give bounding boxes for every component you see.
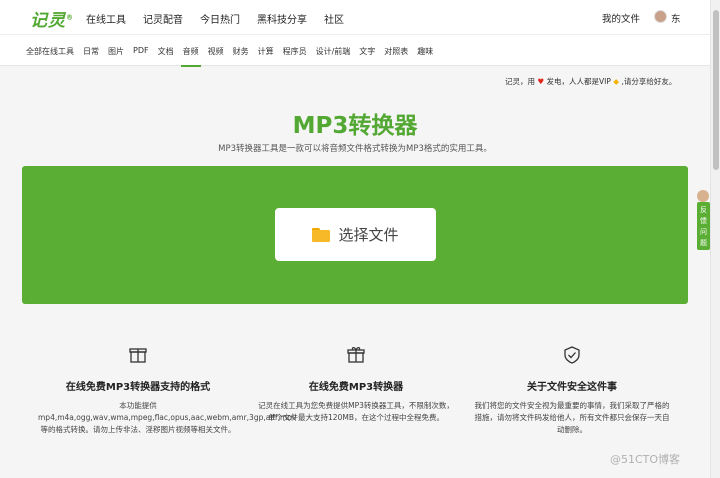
notice-text-1: 记灵，用 — [505, 77, 535, 86]
category-bar: 全部在线工具 日常 图片 PDF 文档 音频 视频 财务 计算 程序员 设计/前… — [0, 34, 710, 67]
category-finance[interactable]: 财务 — [233, 46, 249, 57]
category-calculate[interactable]: 计算 — [258, 46, 274, 57]
gift-icon — [347, 347, 365, 363]
select-file-label: 选择文件 — [338, 226, 399, 244]
upload-dropzone[interactable]: 选择文件 — [22, 166, 688, 304]
my-files-link[interactable]: 我的文件 — [602, 11, 640, 25]
feature-free: 在线免费MP3转换器 记灵在线工具为您免费提供MP3转换器工具，不限制次数，单个… — [256, 346, 456, 424]
feedback-button[interactable]: 反馈问题 — [697, 202, 710, 250]
nav-item-online-tools[interactable]: 在线工具 — [86, 11, 126, 26]
nav-item-community[interactable]: 社区 — [324, 11, 344, 26]
page-subtitle: MP3转换器工具是一款可以将音频文件格式转换为MP3格式的实用工具。 — [218, 144, 492, 154]
logo-text: 记灵 — [30, 11, 66, 31]
box-icon — [129, 348, 147, 363]
scroll-thumb[interactable] — [713, 10, 719, 170]
logo-mark: ® — [66, 13, 74, 22]
watermark: @51CTO博客 — [610, 453, 681, 466]
category-all-tools[interactable]: 全部在线工具 — [26, 46, 74, 57]
nav-item-hot-today[interactable]: 今日热门 — [200, 11, 240, 26]
feature-desc: 记灵在线工具为您免费提供MP3转换器工具，不限制次数，单个文件最大支持120MB… — [258, 401, 454, 422]
category-design[interactable]: 设计/前端 — [316, 46, 351, 57]
category-image[interactable]: 图片 — [108, 46, 124, 57]
diamond-icon: ◆ — [613, 77, 620, 86]
select-file-button[interactable]: 选择文件 — [275, 208, 436, 261]
feature-desc: 我们将您的文件安全视为最重要的事情，我们采取了严格的措施，请勿将文件码发给他人，… — [474, 401, 670, 434]
shield-check-icon — [564, 346, 580, 364]
category-text[interactable]: 文字 — [359, 46, 375, 57]
feature-security: 关于文件安全这件事 我们将您的文件安全视为最重要的事情，我们采取了严格的措施，请… — [472, 346, 672, 436]
scrollbar[interactable] — [710, 0, 720, 478]
category-daily[interactable]: 日常 — [83, 46, 99, 57]
feature-title: 关于文件安全这件事 — [527, 382, 617, 393]
feedback-avatar — [697, 190, 709, 202]
category-document[interactable]: 文档 — [158, 46, 174, 57]
category-list: 全部在线工具 日常 图片 PDF 文档 音频 视频 财务 计算 程序员 设计/前… — [26, 46, 442, 67]
notice-text-2: 发电，人人都是VIP — [546, 77, 611, 86]
vip-notice: 记灵，用 ♥ 发电，人人都是VIP ◆ ,请分享给好友。 — [505, 76, 676, 87]
top-navbar: 记灵® 在线工具 记灵配音 今日热门 黑科技分享 社区 我的文件 东 — [0, 0, 710, 34]
feature-desc: 本功能提供mp4,m4a,ogg,wav,wma,mpeg,flac,opus,… — [38, 401, 297, 434]
nav-item-tech-share[interactable]: 黑科技分享 — [257, 11, 307, 26]
username[interactable]: 东 — [671, 11, 681, 25]
feature-title: 在线免费MP3转换器 — [308, 382, 404, 393]
feature-formats: 在线免费MP3转换器支持的格式 本功能提供mp4,m4a,ogg,wav,wma… — [38, 346, 297, 436]
site-logo[interactable]: 记灵® — [30, 6, 74, 31]
category-video[interactable]: 视频 — [208, 46, 224, 57]
page-title: MP3转换器 — [292, 113, 418, 139]
feature-title: 在线免费MP3转换器支持的格式 — [65, 382, 211, 393]
folder-icon — [312, 227, 331, 242]
category-fun[interactable]: 趣味 — [417, 46, 433, 57]
avatar[interactable] — [654, 10, 667, 23]
category-tables[interactable]: 对照表 — [384, 46, 408, 57]
category-pdf[interactable]: PDF — [133, 46, 149, 57]
heart-icon: ♥ — [537, 77, 545, 86]
category-programmer[interactable]: 程序员 — [283, 46, 307, 57]
main-nav: 在线工具 记灵配音 今日热门 黑科技分享 社区 — [86, 11, 361, 26]
notice-text-3: ,请分享给好友。 — [621, 77, 677, 86]
category-audio[interactable]: 音频 — [180, 46, 201, 67]
nav-item-dubbing[interactable]: 记灵配音 — [143, 11, 183, 26]
